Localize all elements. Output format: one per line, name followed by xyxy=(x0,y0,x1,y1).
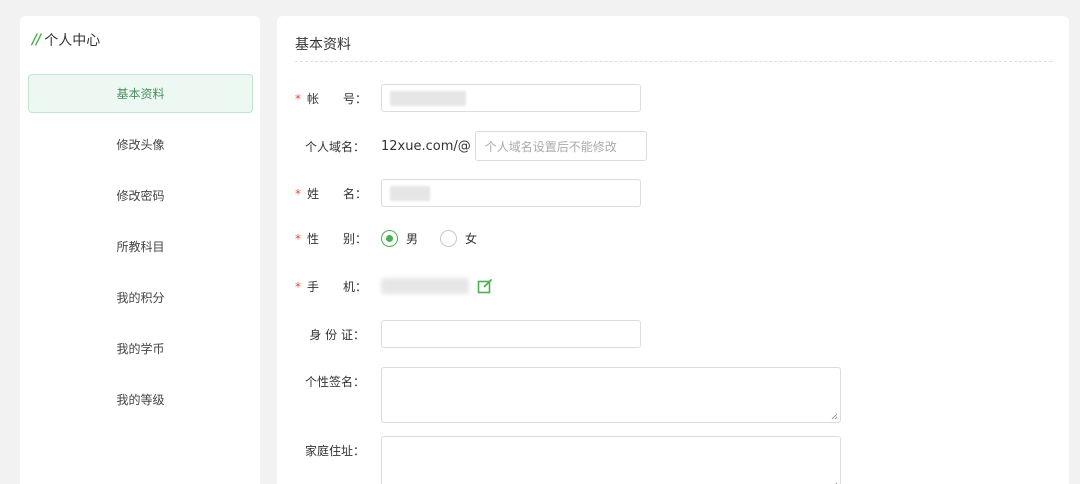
redacted-phone xyxy=(381,278,469,294)
domain-label: 个人域名： xyxy=(304,139,365,154)
sidebar-item-coins[interactable]: 我的学币 xyxy=(28,329,253,368)
gender-label: * 性 别： xyxy=(295,231,368,246)
required-mark: * xyxy=(295,279,301,294)
gender-radio-female[interactable]: 女 xyxy=(440,229,478,247)
sidebar-item-basic-info[interactable]: 基本资料 xyxy=(28,74,253,113)
title-accent-mark: // xyxy=(32,32,41,48)
divider xyxy=(295,61,1052,62)
radio-label: 男 xyxy=(406,231,419,246)
sidebar-item-subjects[interactable]: 所教科目 xyxy=(28,227,253,266)
profile-panel: 基本资料 * 帐 号： 个人域名： 12xue.com/@ 个人域名设置后不能修改… xyxy=(277,16,1069,484)
edit-icon[interactable] xyxy=(477,278,493,294)
sidebar-item-label: 所教科目 xyxy=(116,240,165,254)
sidebar-item-label: 我的学币 xyxy=(116,342,165,356)
signature-label: 个性签名： xyxy=(304,375,365,389)
sidebar-item-change-password[interactable]: 修改密码 xyxy=(28,176,253,215)
panel-title: 基本资料 xyxy=(295,37,351,53)
address-textarea[interactable] xyxy=(381,436,841,484)
required-mark: * xyxy=(295,91,301,106)
id-row: 身 份 证： xyxy=(295,320,641,348)
signature-textarea[interactable] xyxy=(381,367,841,423)
required-mark: * xyxy=(295,186,301,201)
account-field[interactable] xyxy=(381,84,641,112)
id-label: 身 份 证： xyxy=(309,327,365,342)
gender-radio-male[interactable]: 男 xyxy=(381,229,419,247)
name-row: * 姓 名： xyxy=(295,179,641,207)
sidebar-title-text: 个人中心 xyxy=(44,33,101,49)
sidebar-item-level[interactable]: 我的等级 xyxy=(28,380,253,419)
sidebar-item-label: 基本资料 xyxy=(116,87,165,101)
sidebar: // 个人中心 基本资料 修改头像 修改密码 所教科目 我的积分 我的学币 我的… xyxy=(20,16,260,484)
radio-unchecked-icon xyxy=(440,229,458,247)
domain-prefix: 12xue.com/@ xyxy=(381,138,471,154)
address-row: 家庭住址： xyxy=(295,436,841,484)
radio-label: 女 xyxy=(465,231,478,246)
required-mark: * xyxy=(295,231,301,246)
sidebar-item-points[interactable]: 我的积分 xyxy=(28,278,253,317)
sidebar-item-label: 我的等级 xyxy=(116,393,165,407)
id-card-field[interactable] xyxy=(381,320,641,348)
gender-row: * 性 别： 男 女 xyxy=(295,224,499,252)
name-label: * 姓 名： xyxy=(295,186,368,201)
address-label: 家庭住址： xyxy=(304,444,365,458)
domain-input[interactable]: 个人域名设置后不能修改 xyxy=(474,131,647,161)
name-field[interactable] xyxy=(381,179,641,207)
sidebar-item-change-avatar[interactable]: 修改头像 xyxy=(28,125,253,164)
sidebar-item-label: 修改密码 xyxy=(116,189,165,203)
sidebar-item-label: 我的积分 xyxy=(116,291,165,305)
account-label: * 帐 号： xyxy=(295,91,368,106)
domain-row: 个人域名： 12xue.com/@ 个人域名设置后不能修改 xyxy=(295,131,647,161)
sidebar-title: // 个人中心 xyxy=(32,30,100,50)
redacted-value xyxy=(390,186,430,201)
redacted-value xyxy=(390,91,466,106)
phone-row: * 手 机： xyxy=(295,272,493,300)
sidebar-item-label: 修改头像 xyxy=(116,138,165,152)
sidebar-menu: 基本资料 修改头像 修改密码 所教科目 我的积分 我的学币 我的等级 xyxy=(28,74,253,431)
radio-checked-icon xyxy=(381,229,398,247)
signature-row: 个性签名： xyxy=(295,367,841,423)
phone-label: * 手 机： xyxy=(295,279,368,294)
account-row: * 帐 号： xyxy=(295,84,641,112)
resize-grip-icon[interactable] xyxy=(831,413,838,420)
